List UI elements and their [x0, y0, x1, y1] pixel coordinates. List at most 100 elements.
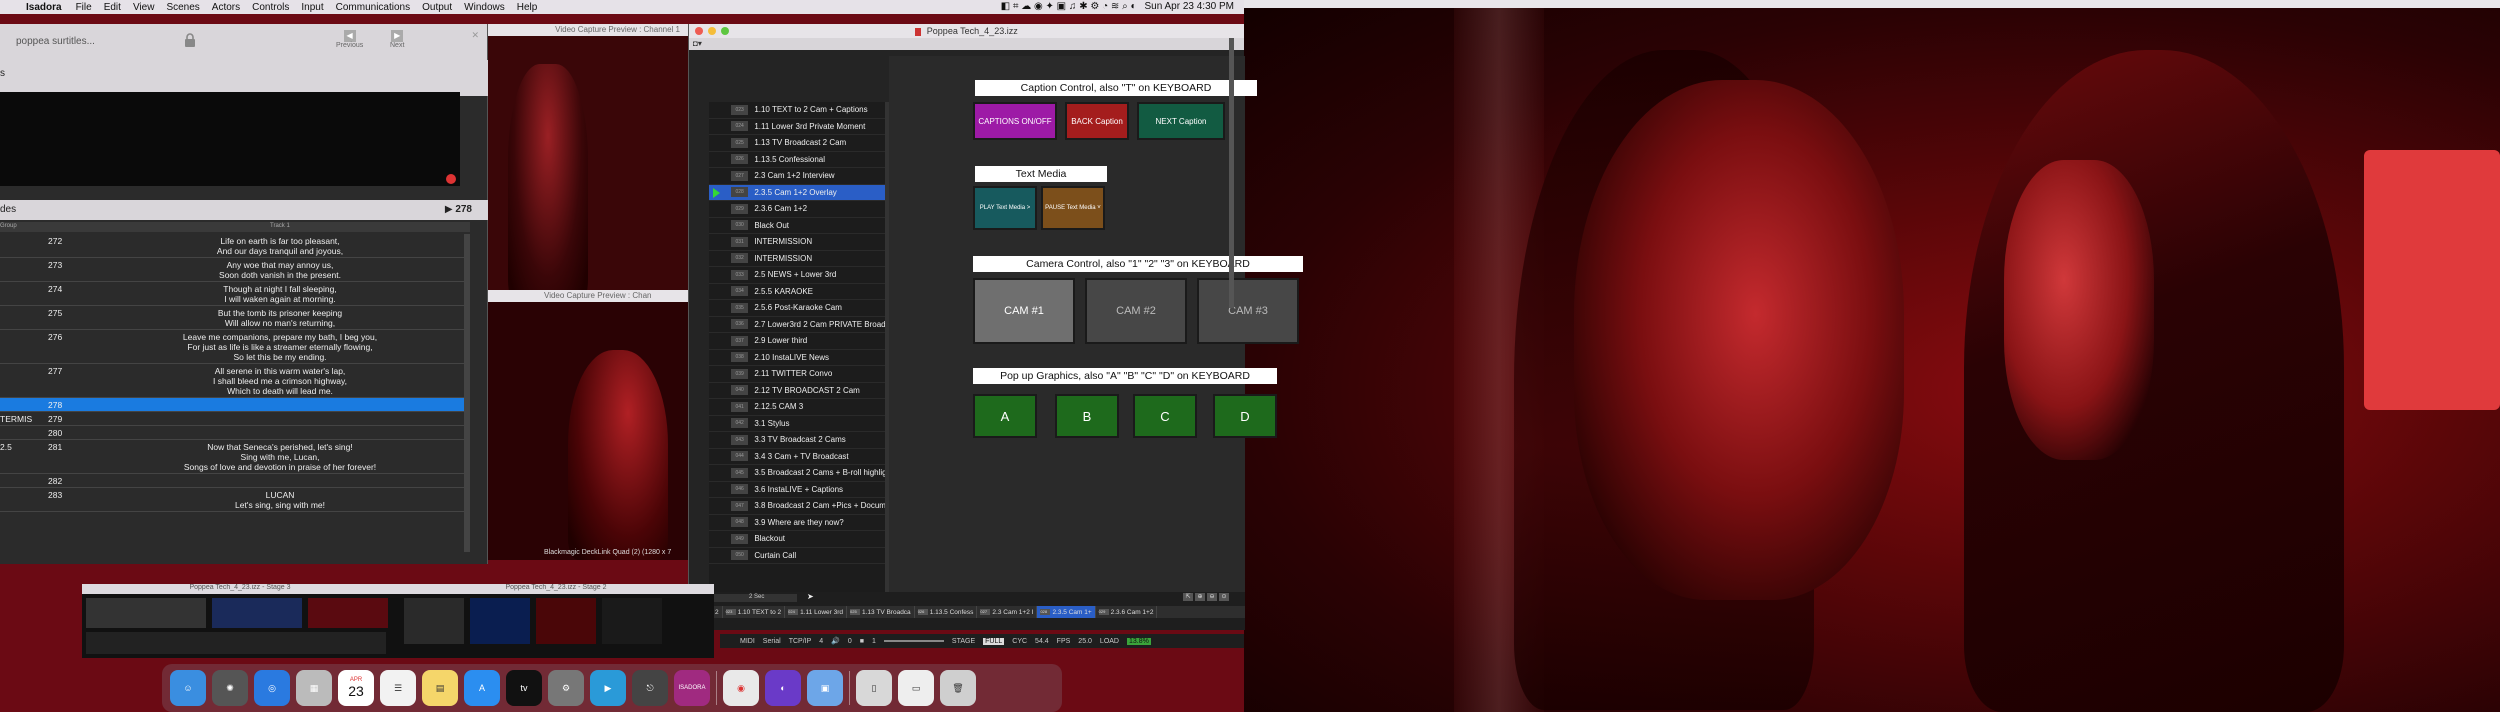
scene-list-item[interactable]: 032 INTERMISSION: [709, 251, 889, 267]
next-caption-button[interactable]: NEXT Caption: [1137, 102, 1225, 140]
control-panel-scrollbar[interactable]: [1229, 38, 1234, 308]
midi-indicator[interactable]: MIDI: [740, 638, 755, 645]
apple-tv-icon[interactable]: tv: [506, 670, 542, 706]
apps-grid-icon[interactable]: ▦: [296, 670, 332, 706]
popup-b-button[interactable]: B: [1055, 394, 1119, 438]
pause-text-media-button[interactable]: PAUSE Text Media ˅: [1041, 186, 1105, 230]
menu-app-name[interactable]: Isadora: [26, 2, 62, 13]
scene-list-item[interactable]: 026 1.13.5 Confessional: [709, 152, 889, 168]
track-row[interactable]: 274 Though at night I fall sleeping, I wi…: [0, 282, 470, 306]
track-row[interactable]: 275 But the tomb its prisoner keeping Wil…: [0, 306, 470, 330]
scene-list-item[interactable]: 040 2.12 TV BROADCAST 2 Cam: [709, 383, 889, 399]
menu-controls[interactable]: Controls: [252, 2, 289, 13]
scene-tab[interactable]: 027 2.3 Cam 1+2 I: [977, 606, 1038, 618]
menu-input[interactable]: Input: [301, 2, 323, 13]
track-row[interactable]: 280: [0, 426, 470, 440]
camera-menu-icon[interactable]: ◘▾: [693, 39, 702, 48]
menu-file[interactable]: File: [76, 2, 92, 13]
previous-button[interactable]: ◀ Previous: [336, 30, 363, 49]
tcpip-indicator[interactable]: TCP/IP: [789, 638, 812, 645]
cam-1-button[interactable]: CAM #1: [973, 278, 1075, 344]
calendar-icon[interactable]: APR 23: [338, 670, 374, 706]
record-indicator-icon[interactable]: [446, 174, 456, 184]
preview-icon[interactable]: ▣: [807, 670, 843, 706]
track-row[interactable]: 282: [0, 474, 470, 488]
track-row[interactable]: TERMIS 279: [0, 412, 470, 426]
menu-actors[interactable]: Actors: [212, 2, 240, 13]
launchpad-icon[interactable]: ✺: [212, 670, 248, 706]
menu-edit[interactable]: Edit: [104, 2, 121, 13]
zoom-in-icon[interactable]: ⊕: [1195, 593, 1205, 601]
stage-3-window[interactable]: Poppea Tech_4_23.izz - Stage 3: [82, 584, 398, 658]
menu-communications[interactable]: Communications: [336, 2, 410, 13]
track-row[interactable]: 278: [0, 398, 470, 412]
chrome-icon[interactable]: ◉: [723, 670, 759, 706]
scene-list-item[interactable]: 043 3.3 TV Broadcast 2 Cams: [709, 432, 889, 449]
popup-c-button[interactable]: C: [1133, 394, 1197, 438]
menu-windows[interactable]: Windows: [464, 2, 505, 13]
scene-list-item[interactable]: 049 Blackout: [709, 531, 889, 548]
popup-a-button[interactable]: A: [973, 394, 1037, 438]
scene-tab[interactable]: 023 1.10 TEXT to 2: [723, 606, 786, 618]
stage-2-window[interactable]: Poppea Tech_4_23.izz - Stage 2: [398, 584, 714, 658]
scene-list-item[interactable]: 047 3.8 Broadcast 2 Cam +Pics + Documents: [709, 498, 889, 515]
system-settings-icon[interactable]: ⚙: [548, 670, 584, 706]
scene-list-item[interactable]: 046 3.6 InstaLIVE + Captions: [709, 482, 889, 498]
scene-list-item[interactable]: 034 2.5.5 KARAOKE: [709, 284, 889, 300]
siri-icon[interactable]: ◐: [765, 670, 801, 706]
menu-scenes[interactable]: Scenes: [166, 2, 199, 13]
notes-icon[interactable]: ▤: [422, 670, 458, 706]
scene-tab[interactable]: 025 1.13 TV Broadca: [847, 606, 915, 618]
isadora-icon[interactable]: ISADORA: [674, 670, 710, 706]
trash-icon[interactable]: 🗑: [940, 670, 976, 706]
menu-view[interactable]: View: [133, 2, 155, 13]
scene-list-item[interactable]: 050 Curtain Call: [709, 548, 889, 564]
zoom-control[interactable]: 2 Sec: [713, 594, 797, 602]
keynote-icon[interactable]: ▶: [590, 670, 626, 706]
serial-indicator[interactable]: Serial: [763, 638, 781, 645]
zoom-window-icon[interactable]: [721, 27, 729, 35]
scene-list-item[interactable]: 024 1.11 Lower 3rd Private Moment: [709, 119, 889, 135]
scene-list-item[interactable]: 039 2.11 TWITTER Convo: [709, 366, 889, 383]
scene-list-item[interactable]: 030 Black Out: [709, 218, 889, 234]
scene-list-item[interactable]: 038 2.10 InstaLIVE News: [709, 350, 889, 366]
track-table-scrollbar[interactable]: [464, 234, 470, 552]
scene-list-item[interactable]: 045 3.5 Broadcast 2 Cams + B-roll highlig…: [709, 465, 889, 482]
cam-3-button[interactable]: CAM #3: [1197, 278, 1299, 344]
popup-d-button[interactable]: D: [1213, 394, 1277, 438]
status-icons[interactable]: ◧ ⌗ ☁ ◉ ✦ ▣ ♫ ✱ ⚙ ◔ ≋ ⌕ ◐: [1001, 1, 1137, 12]
scene-list-item[interactable]: 027 2.3 Cam 1+2 Interview: [709, 168, 889, 185]
scene-list-item[interactable]: 033 2.5 NEWS + Lower 3rd: [709, 267, 889, 284]
track-row[interactable]: 283 LUCAN Let's sing, sing with me!: [0, 488, 470, 512]
cam-2-button[interactable]: CAM #2: [1085, 278, 1187, 344]
scene-list-item[interactable]: 036 2.7 Lower3rd 2 Cam PRIVATE Broadcast: [709, 317, 889, 333]
menu-datetime[interactable]: Sun Apr 23 4:30 PM: [1144, 1, 1234, 12]
files-icon[interactable]: ▯: [856, 670, 892, 706]
scene-tab[interactable]: 024 1.11 Lower 3rd: [785, 606, 848, 618]
captions-on-off-button[interactable]: CAPTIONS ON/OFF: [973, 102, 1057, 140]
scene-list-item[interactable]: 041 2.12.5 CAM 3: [709, 399, 889, 416]
scene-tab[interactable]: 028 2.3.5 Cam 1+: [1037, 606, 1096, 618]
document-stack-icon[interactable]: ▭: [898, 670, 934, 706]
back-caption-button[interactable]: BACK Caption: [1065, 102, 1129, 140]
scene-tab[interactable]: 026 1.13.5 Confess: [915, 606, 978, 618]
scene-list-item[interactable]: 037 2.9 Lower third: [709, 333, 889, 350]
volume-slider[interactable]: [883, 640, 944, 642]
app-store-icon[interactable]: A: [464, 670, 500, 706]
scene-list-item[interactable]: 031 INTERMISSION: [709, 234, 889, 251]
screen-capture-icon[interactable]: ⎋: [632, 670, 668, 706]
scene-list-item[interactable]: 035 2.5.6 Post-Karaoke Cam: [709, 300, 889, 317]
close-window-icon[interactable]: [695, 27, 703, 35]
scene-list-item[interactable]: 025 1.13 TV Broadcast 2 Cam: [709, 135, 889, 152]
scene-list-item[interactable]: 042 3.1 Stylus: [709, 416, 889, 432]
safari-icon[interactable]: ◎: [254, 670, 290, 706]
scene-list-item[interactable]: 044 3.4 3 Cam + TV Broadcast: [709, 449, 889, 465]
zoom-out-icon[interactable]: ⊖: [1207, 593, 1217, 601]
minimize-window-icon[interactable]: [708, 27, 716, 35]
menu-output[interactable]: Output: [422, 2, 452, 13]
scene-list-item[interactable]: 023 1.10 TEXT to 2 Cam + Captions: [709, 102, 889, 119]
track-row[interactable]: 272 Life on earth is far too pleasant, An…: [0, 234, 470, 258]
finder-icon[interactable]: ☺: [170, 670, 206, 706]
lock-icon[interactable]: [182, 32, 198, 48]
full-indicator[interactable]: FULL: [983, 637, 1005, 645]
